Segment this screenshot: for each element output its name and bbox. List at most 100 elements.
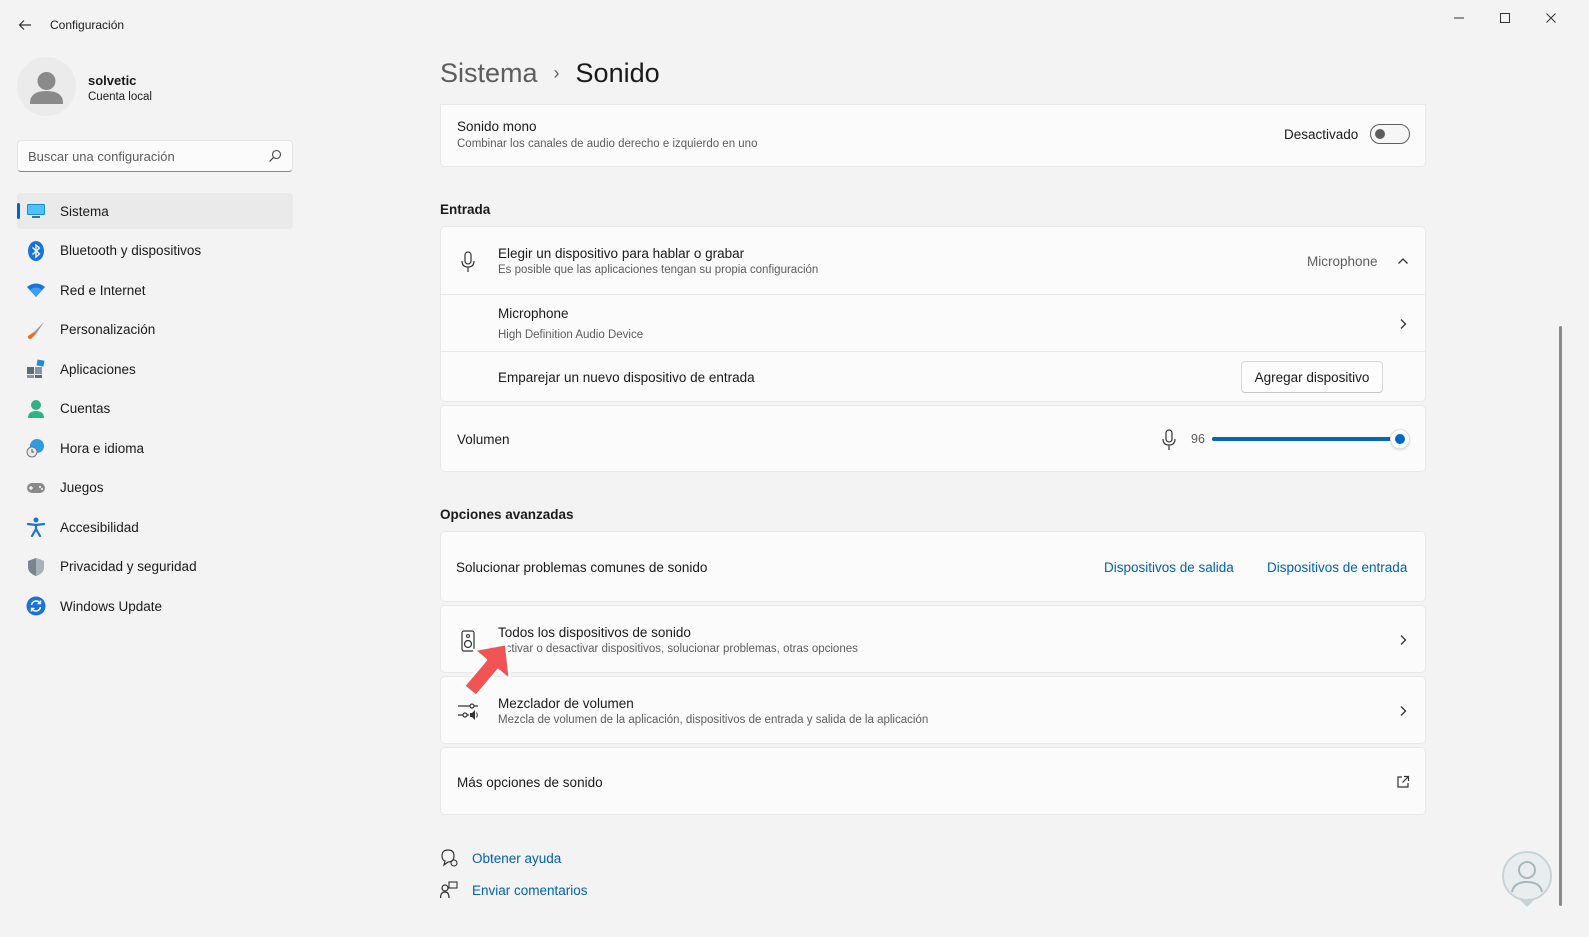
volume-label: Volumen xyxy=(457,432,510,447)
volume-slider-track[interactable] xyxy=(1212,437,1408,441)
sidebar-item-label: Red e Internet xyxy=(60,282,146,298)
sidebar-item-aplicaciones[interactable]: Aplicaciones xyxy=(17,351,293,387)
sidebar-item-personalizacion[interactable]: Personalización xyxy=(17,312,293,348)
microphone-volume-icon[interactable] xyxy=(1161,429,1177,451)
search-input[interactable] xyxy=(28,147,258,165)
pair-device-label: Emparejar un nuevo dispositivo de entrad… xyxy=(498,370,755,385)
breadcrumb-parent[interactable]: Sistema xyxy=(440,58,538,89)
choose-device-subtitle: Es posible que las aplicaciones tengan s… xyxy=(498,264,819,276)
all-devices-title: Todos los dispositivos de sonido xyxy=(498,625,691,640)
sidebar-item-sistema[interactable]: Sistema xyxy=(17,193,293,229)
microphone-desc: High Definition Audio Device xyxy=(498,329,644,341)
choose-device-title: Elegir un dispositivo para hablar o grab… xyxy=(498,246,745,261)
watermark-logo-icon xyxy=(1502,851,1552,907)
sidebar-item-label: Juegos xyxy=(60,480,104,495)
external-link-icon xyxy=(1397,775,1410,788)
sidebar-item-label: Aplicaciones xyxy=(60,361,136,377)
sidebar-item-label: Personalización xyxy=(60,322,156,337)
all-sound-devices-card[interactable]: Todos los dispositivos de sonido Activar… xyxy=(440,605,1426,673)
back-arrow-icon[interactable] xyxy=(12,12,38,38)
section-advanced: Opciones avanzadas xyxy=(440,507,574,522)
troubleshoot-label: Solucionar problemas comunes de sonido xyxy=(456,560,708,575)
sidebar-item-label: Cuentas xyxy=(60,401,111,416)
all-devices-subtitle: Activar o desactivar dispositivos, soluc… xyxy=(498,643,858,655)
help-icon xyxy=(441,849,458,867)
sidebar-item-label: Bluetooth y dispositivos xyxy=(60,243,202,258)
feedback-icon xyxy=(440,881,458,899)
title-bar: Configuración xyxy=(0,0,1589,48)
mono-subtitle: Combinar los canales de audio derecho e … xyxy=(457,138,758,150)
wifi-icon xyxy=(26,280,46,300)
sidebar-item-cuentas[interactable]: Cuentas xyxy=(17,391,293,427)
troubleshoot-card: Solucionar problemas comunes de sonido D… xyxy=(440,531,1426,602)
microphone-icon xyxy=(461,251,475,272)
more-options-label: Más opciones de sonido xyxy=(457,775,603,790)
page-title: Sonido xyxy=(575,58,660,88)
bluetooth-icon xyxy=(26,240,46,261)
sidebar-item-red[interactable]: Red e Internet xyxy=(17,272,293,308)
mixer-title: Mezclador de volumen xyxy=(498,696,634,711)
sidebar-item-label: Windows Update xyxy=(60,598,163,614)
output-devices-link[interactable]: Dispositivos de salida xyxy=(1104,560,1234,575)
divider xyxy=(441,351,1425,352)
mixer-subtitle: Mezcla de volumen de la aplicación, disp… xyxy=(498,714,929,726)
person-icon xyxy=(26,399,46,419)
send-feedback-link[interactable]: Enviar comentarios xyxy=(472,883,588,898)
account-type: Cuenta local xyxy=(88,91,152,103)
monitor-icon xyxy=(26,201,46,221)
sidebar-item-label: Hora e idioma xyxy=(60,440,145,456)
chevron-right-icon xyxy=(1400,706,1407,716)
sidebar-item-windows-update[interactable]: Windows Update xyxy=(17,588,293,624)
breadcrumb-separator: › xyxy=(553,63,560,83)
search-box[interactable] xyxy=(17,140,293,172)
sidebar-nav: Sistema Bluetooth y dispositivos Red e I… xyxy=(17,193,293,628)
apps-icon xyxy=(26,359,46,379)
maximize-icon[interactable] xyxy=(1482,6,1528,30)
chevron-up-icon[interactable] xyxy=(1396,254,1410,268)
input-devices-link[interactable]: Dispositivos de entrada xyxy=(1267,560,1407,575)
volume-value: 96 xyxy=(1191,432,1205,446)
sidebar-item-accesibilidad[interactable]: Accesibilidad xyxy=(17,509,293,545)
sidebar-item-label: Privacidad y seguridad xyxy=(60,559,197,574)
volume-slider-thumb[interactable] xyxy=(1390,429,1410,449)
volume-mixer-card[interactable]: Mezclador de volumen Mezcla de volumen d… xyxy=(440,676,1426,744)
mono-title: Sonido mono xyxy=(457,119,537,134)
scrollbar[interactable] xyxy=(1559,326,1562,906)
get-help-link[interactable]: Obtener ayuda xyxy=(472,851,561,866)
sidebar-item-bluetooth[interactable]: Bluetooth y dispositivos xyxy=(17,233,293,269)
add-device-button[interactable]: Agregar dispositivo xyxy=(1241,361,1383,393)
chevron-right-icon xyxy=(1400,635,1407,645)
gamepad-icon xyxy=(26,478,46,498)
shield-icon xyxy=(26,557,46,577)
sidebar-item-privacidad[interactable]: Privacidad y seguridad xyxy=(17,549,293,585)
globe-clock-icon xyxy=(26,438,46,458)
window-title: Configuración xyxy=(50,18,125,32)
search-icon[interactable] xyxy=(268,149,282,163)
input-device-card: Elegir un dispositivo para hablar o grab… xyxy=(440,226,1426,402)
volume-slider-fill xyxy=(1212,437,1400,441)
sidebar-item-hora[interactable]: Hora e idioma xyxy=(17,430,293,466)
refresh-icon xyxy=(26,596,46,616)
avatar xyxy=(17,57,76,116)
selected-input-device[interactable]: Microphone xyxy=(1307,254,1378,269)
microphone-row[interactable]: Microphone High Definition Audio Device xyxy=(441,295,1425,352)
user-name: solvetic xyxy=(88,73,137,88)
breadcrumb: Sistema › Sonido xyxy=(440,58,660,89)
sidebar-item-label: Sistema xyxy=(60,203,109,219)
chevron-right-icon xyxy=(1400,319,1407,329)
mixer-icon xyxy=(458,703,478,720)
microphone-name: Microphone xyxy=(498,306,569,321)
mono-toggle[interactable] xyxy=(1370,124,1410,144)
accessibility-icon xyxy=(26,517,46,537)
more-sound-options-card[interactable]: Más opciones de sonido xyxy=(440,747,1426,815)
annotation-arrow-icon xyxy=(462,642,512,698)
close-icon[interactable] xyxy=(1528,6,1574,30)
mono-state-label: Desactivado xyxy=(1284,127,1359,142)
sidebar-item-juegos[interactable]: Juegos xyxy=(17,470,293,506)
section-entrada: Entrada xyxy=(440,202,491,217)
sidebar-item-label: Accesibilidad xyxy=(60,519,139,535)
minimize-icon[interactable] xyxy=(1436,6,1482,30)
toggle-knob xyxy=(1375,129,1385,139)
mono-audio-card: Sonido mono Combinar los canales de audi… xyxy=(440,104,1426,167)
brush-icon xyxy=(26,320,46,340)
